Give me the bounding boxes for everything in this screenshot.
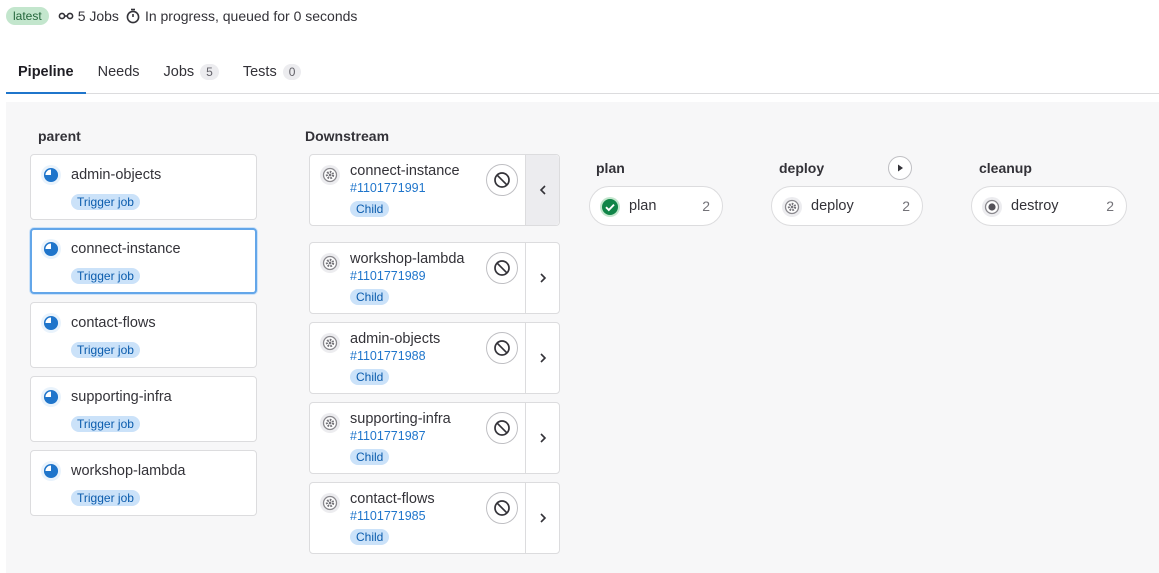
downstream-pipeline-name[interactable]: admin-objects <box>350 331 440 347</box>
child-badge: Child <box>350 289 390 305</box>
tab-label: Tests <box>242 63 277 80</box>
gear-status-icon <box>319 492 341 519</box>
cancel-icon[interactable] <box>486 164 518 196</box>
cancel-icon[interactable] <box>486 492 518 524</box>
cancel-icon[interactable] <box>486 332 518 364</box>
stage-job-name: destroy <box>1011 198 1059 214</box>
tab-label: Jobs <box>163 63 195 80</box>
stage-job-count: 2 <box>902 198 910 214</box>
gear-status-icon <box>319 164 341 191</box>
trigger-job-card[interactable]: admin-objects Trigger job <box>30 154 257 220</box>
success-status-icon <box>599 196 621 223</box>
job-name: connect-instance <box>71 241 181 257</box>
tab-label: Needs <box>97 63 140 80</box>
job-name: supporting-infra <box>71 389 172 405</box>
running-status-icon <box>40 164 62 191</box>
downstream-pipeline-name[interactable]: workshop-lambda <box>350 251 464 267</box>
gear-status-icon <box>781 196 803 223</box>
trigger-job-badge: Trigger job <box>71 490 140 506</box>
running-status-icon <box>40 312 62 339</box>
downstream-pipeline-id[interactable]: #1101771988 <box>350 349 426 363</box>
downstream-pipeline-id[interactable]: #1101771987 <box>350 429 426 443</box>
chevron-right-icon <box>539 433 546 443</box>
tab-pipeline[interactable]: Pipeline <box>6 50 86 94</box>
stage-job-count: 2 <box>702 198 710 214</box>
gear-status-icon <box>319 332 341 359</box>
running-status-icon <box>40 460 62 487</box>
play-icon <box>898 164 903 172</box>
job-name: admin-objects <box>71 167 162 183</box>
tab-count: 5 <box>200 63 219 80</box>
stage-job-deploy[interactable]: deploy 2 <box>771 186 923 226</box>
trigger-job-card[interactable]: contact-flows Trigger job <box>30 302 257 368</box>
job-name: workshop-lambda <box>71 463 186 479</box>
stage-job-name: deploy <box>811 198 854 214</box>
latest-badge: latest <box>6 7 49 25</box>
jobs-count-text: 5 Jobs <box>77 8 119 24</box>
downstream-pipeline-name[interactable]: contact-flows <box>350 491 435 507</box>
gear-status-icon <box>319 252 341 279</box>
tab-label: Pipeline <box>18 63 74 80</box>
trigger-job-card[interactable]: connect-instance Trigger job <box>30 228 257 294</box>
pipeline-tabs: Pipeline Needs Jobs 5 Tests 0 <box>6 50 1159 94</box>
job-name: contact-flows <box>71 315 156 331</box>
downstream-title: Downstream <box>305 128 390 144</box>
stage-job-cleanup[interactable]: destroy 2 <box>971 186 1127 226</box>
tab-count: 0 <box>282 63 302 80</box>
child-badge: Child <box>350 449 390 465</box>
timer-icon <box>126 8 140 24</box>
running-status-icon <box>40 386 62 413</box>
pipeline-icon <box>58 12 74 20</box>
play-stage-button[interactable] <box>888 156 912 180</box>
downstream-pipeline-id[interactable]: #1101771985 <box>350 509 426 523</box>
chevron-right-icon <box>539 513 546 523</box>
stage-title-deploy: deploy <box>779 160 825 176</box>
pipeline-info-bar: latest 5 Jobs In progress, queued for 0 … <box>6 6 363 26</box>
child-badge: Child <box>350 201 390 217</box>
downstream-pipeline-id[interactable]: #1101771991 <box>350 181 426 195</box>
downstream-pipeline-id[interactable]: #1101771989 <box>350 269 426 283</box>
stage-job-count: 2 <box>1106 198 1114 214</box>
trigger-job-badge: Trigger job <box>71 194 140 210</box>
child-badge: Child <box>350 369 390 385</box>
downstream-pipeline-card[interactable]: workshop-lambda #1101771989 Child <box>309 242 560 314</box>
stage-job-name: plan <box>629 198 657 214</box>
gear-status-icon <box>319 412 341 439</box>
chevron-right-icon <box>539 273 546 283</box>
expand-pipeline-button[interactable] <box>525 243 559 313</box>
expand-pipeline-button[interactable] <box>525 323 559 393</box>
chevron-right-icon <box>539 353 546 363</box>
child-badge: Child <box>350 529 390 545</box>
pipeline-status: In progress, queued for 0 seconds <box>125 8 357 24</box>
collapse-pipeline-button[interactable] <box>525 155 559 225</box>
jobs-count: 5 Jobs <box>58 8 119 24</box>
chevron-left-icon <box>539 185 546 195</box>
tab-needs[interactable]: Needs <box>86 50 152 93</box>
downstream-pipeline-card[interactable]: connect-instance #1101771991 Child <box>309 154 560 226</box>
trigger-job-card[interactable]: supporting-infra Trigger job <box>30 376 257 442</box>
expand-pipeline-button[interactable] <box>525 403 559 473</box>
stage-job-plan[interactable]: plan 2 <box>589 186 723 226</box>
cancel-icon[interactable] <box>486 252 518 284</box>
parent-stage-title: parent <box>38 128 81 144</box>
tab-tests[interactable]: Tests 0 <box>231 50 314 93</box>
trigger-job-card[interactable]: workshop-lambda Trigger job <box>30 450 257 516</box>
downstream-pipeline-card[interactable]: supporting-infra #1101771987 Child <box>309 402 560 474</box>
stage-title-cleanup: cleanup <box>979 160 1032 176</box>
trigger-job-badge: Trigger job <box>71 268 140 284</box>
downstream-pipeline-name[interactable]: supporting-infra <box>350 411 451 427</box>
stage-title-plan: plan <box>596 160 625 176</box>
pipeline-status-text: In progress, queued for 0 seconds <box>144 8 358 24</box>
trigger-job-badge: Trigger job <box>71 342 140 358</box>
downstream-pipeline-name[interactable]: connect-instance <box>350 163 460 179</box>
expand-pipeline-button[interactable] <box>525 483 559 553</box>
trigger-job-badge: Trigger job <box>71 416 140 432</box>
manual-status-icon <box>981 196 1003 223</box>
pipeline-graph: parent Downstream admin-objects Trigger … <box>6 102 1159 573</box>
tab-jobs[interactable]: Jobs 5 <box>152 50 231 93</box>
downstream-pipeline-card[interactable]: admin-objects #1101771988 Child <box>309 322 560 394</box>
cancel-icon[interactable] <box>486 412 518 444</box>
running-status-icon <box>40 238 62 265</box>
downstream-pipeline-card[interactable]: contact-flows #1101771985 Child <box>309 482 560 554</box>
